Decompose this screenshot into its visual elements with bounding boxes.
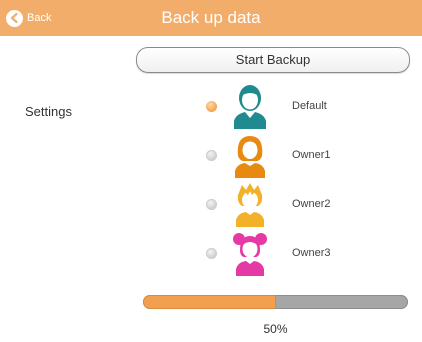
option-owner1[interactable]: Owner1 xyxy=(200,132,370,178)
option-owner2[interactable]: Owner2 xyxy=(200,181,370,227)
female-avatar-icon xyxy=(235,136,265,178)
option-label: Default xyxy=(292,100,327,112)
progress-percent: 50% xyxy=(263,322,288,336)
boy-avatar-icon xyxy=(236,183,264,227)
option-label: Owner1 xyxy=(292,149,331,161)
header-bar: Back Back up data xyxy=(0,0,422,36)
progress-bar xyxy=(143,295,408,309)
start-backup-button[interactable]: Start Backup xyxy=(136,47,410,73)
girl-avatar-icon xyxy=(233,233,267,276)
page-title: Back up data xyxy=(161,8,261,27)
male-avatar-icon xyxy=(234,85,266,129)
radio-button[interactable] xyxy=(206,100,217,112)
radio-button[interactable] xyxy=(206,149,217,161)
radio-button[interactable] xyxy=(206,247,217,259)
progress-fill xyxy=(143,295,276,309)
radio-button[interactable] xyxy=(206,198,217,210)
option-label: Owner3 xyxy=(292,247,331,259)
option-label: Owner2 xyxy=(292,198,331,210)
option-default[interactable]: Default xyxy=(200,83,370,129)
settings-label: Settings xyxy=(25,104,72,119)
option-owner3[interactable]: Owner3 xyxy=(200,230,370,276)
